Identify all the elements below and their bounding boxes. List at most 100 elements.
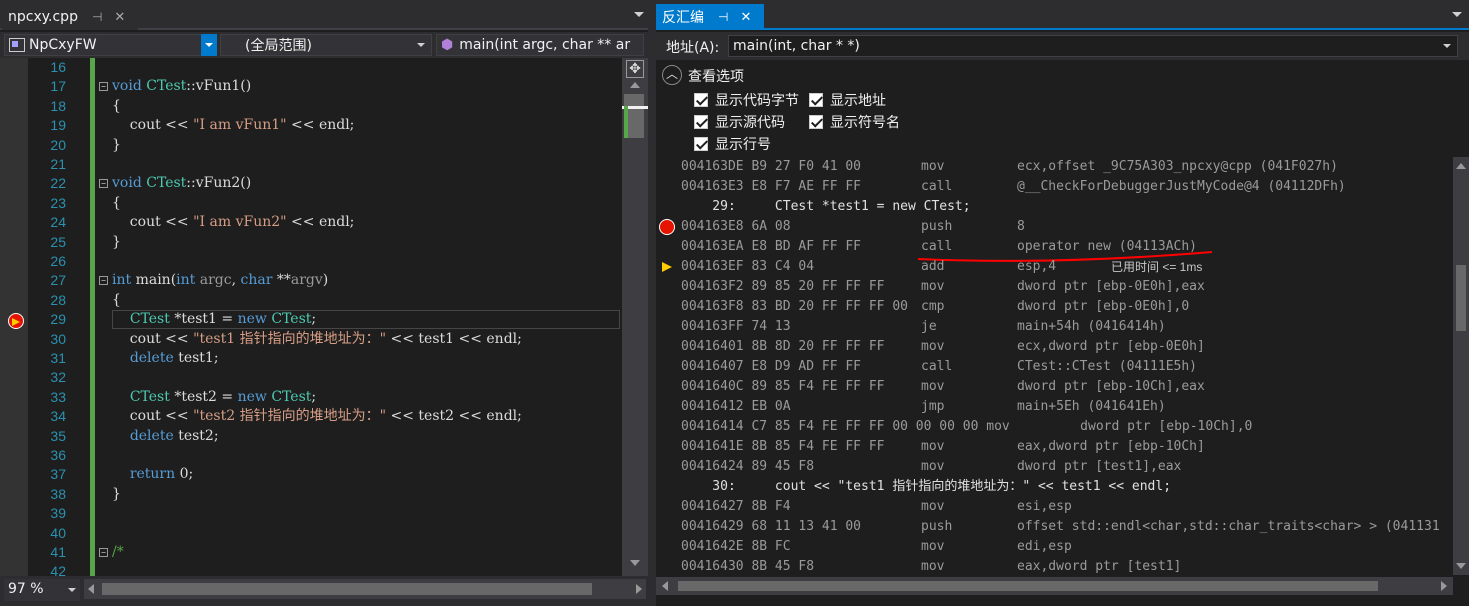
scroll-up-icon[interactable] <box>630 82 640 88</box>
code-line[interactable]: 20} <box>0 135 622 156</box>
disassembly-view[interactable]: 004163DE B9 27 F0 41 00 mov ecx,offset _9C… <box>656 157 1453 575</box>
fold-collapse-icon[interactable]: − <box>99 548 108 557</box>
code-line[interactable]: 17 − void CTest::vFun1() <box>0 77 622 98</box>
code-line[interactable]: 24 cout << "I am vFun2" << endl; <box>0 213 622 234</box>
source-line-row[interactable]: 29: CTest *test1 = new CTest; <box>681 197 1451 217</box>
instruction-row[interactable]: 004163DE B9 27 F0 41 00 mov ecx,offset _9C… <box>681 157 1451 177</box>
code-line[interactable]: 18 { <box>0 96 622 117</box>
instruction-row[interactable]: 004163FF 74 13 je main+54h (0416414h) <box>681 317 1451 337</box>
instruction-row[interactable]: 00416414 C7 85 F4 FE FF FF 00 00 00 00 m… <box>681 417 1451 437</box>
scroll-right-icon[interactable] <box>636 584 642 594</box>
pin-icon[interactable]: ⊣ <box>718 10 728 24</box>
project-dropdown[interactable]: NpCxyFW <box>4 34 202 56</box>
address-input[interactable]: main(int, char * *) <box>728 35 1458 57</box>
zoom-dropdown[interactable]: 97 % <box>4 579 80 601</box>
scroll-down-icon[interactable] <box>630 560 640 566</box>
code-line[interactable]: 16 <box>0 58 622 78</box>
instruction-address-bytes: 0041640C 89 85 F4 FE FF FF <box>681 379 885 394</box>
disassembly-horizontal-scrollbar[interactable] <box>656 577 1453 595</box>
code-line[interactable]: 26 <box>0 252 622 272</box>
editor-vertical-scrollbar[interactable]: ✥ <box>622 58 648 576</box>
code-token: void <box>112 175 147 192</box>
code-line[interactable]: 41 −/* <box>0 543 622 563</box>
code-editor[interactable]: 16 17− void CTest::vFun1() 18{19 cout << "I… <box>0 58 622 583</box>
code-line[interactable]: 34 cout << "test2 指针指向的堆地址为：" << test2 <… <box>0 407 622 428</box>
project-dropdown-button[interactable] <box>201 34 217 56</box>
code-line[interactable]: 32 <box>0 368 622 389</box>
instruction-row[interactable]: 00416412 EB 0A jmp main+5Eh (041641Eh) <box>681 397 1451 417</box>
instruction-row[interactable]: 00416430 8B 45 F8 mov eax,dword ptr [test1… <box>681 557 1451 575</box>
checkbox-show-line-numbers[interactable]: 显示行号 <box>694 134 771 154</box>
instruction-row[interactable]: 00416427 8B F4 mov esi,esp <box>681 497 1451 517</box>
code-line[interactable]: 30 cout << "test1 指针指向的堆地址为：" << test1 <… <box>0 329 622 350</box>
checkbox-show-symbol-names[interactable]: 显示符号名 <box>809 112 900 132</box>
code-line[interactable]: 37 return 0; <box>0 465 622 486</box>
instruction-row[interactable]: 004163EF 83 C4 04 add esp,4 已用时间 <= 1ms <box>681 257 1451 277</box>
tab-dropdown-icon[interactable] <box>1452 12 1462 17</box>
instruction-row[interactable]: 004163E3 E8 F7 AE FF FF call @__CheckForDe… <box>681 177 1451 197</box>
instruction-mnemonic: mov <box>921 459 945 474</box>
checkbox-show-source-code[interactable]: 显示源代码 <box>694 112 785 132</box>
editor-horizontal-scrollbar[interactable] <box>84 579 646 599</box>
instruction-row[interactable]: 004163F8 83 BD 20 FF FF FF 00 cmp dword pt… <box>681 297 1451 317</box>
code-line[interactable]: 22 − void CTest::vFun2() <box>0 174 622 195</box>
code-line[interactable]: 38} <box>0 484 622 505</box>
instruction-row[interactable]: 0041640C 89 85 F4 FE FF FF mov dword ptr [… <box>681 377 1451 397</box>
code-line[interactable]: 28 { <box>0 290 622 311</box>
member-dropdown[interactable]: ⬢ main(int argc, char ** ar <box>436 34 644 56</box>
instruction-row[interactable]: 00416407 E8 D9 AD FF FF call CTest::CTest … <box>681 357 1451 377</box>
code-line[interactable]: 23 { <box>0 193 622 214</box>
fold-collapse-icon[interactable]: − <box>99 276 108 286</box>
code-line[interactable]: 36 <box>0 446 622 466</box>
disassembly-vertical-scrollbar[interactable] <box>1453 157 1469 575</box>
code-line[interactable]: 33 CTest *test2 = new CTest; <box>0 387 622 408</box>
fold-collapse-icon[interactable]: − <box>99 82 108 92</box>
h-scrollbar-thumb[interactable] <box>102 583 592 595</box>
code-token: << endl; <box>286 214 355 231</box>
tab-disassembly[interactable]: 反汇编 ⊣ ✕ <box>656 4 764 30</box>
code-token: << endl; <box>286 117 355 134</box>
checkbox-show-address[interactable]: 显示地址 <box>809 90 886 110</box>
split-icon[interactable]: ✥ <box>626 60 644 78</box>
fold-collapse-icon[interactable]: − <box>99 179 108 189</box>
tab-npcxy-cpp[interactable]: npcxy.cpp ⊣ ✕ <box>2 4 138 30</box>
instruction-row[interactable]: 00416424 89 45 F8 mov dword ptr [test1],ea… <box>681 457 1451 477</box>
collapse-chevron-icon[interactable]: ︿ <box>662 65 682 85</box>
source-line-row[interactable]: 30: cout << "test1 指针指向的堆地址为：" << test1 … <box>681 477 1451 497</box>
instruction-row[interactable]: 004163F2 89 85 20 FF FF FF mov dword ptr [… <box>681 277 1451 297</box>
close-icon[interactable]: ✕ <box>114 10 125 25</box>
instruction-row[interactable]: 004163EA E8 BD AF FF FF call operator new … <box>681 237 1451 257</box>
instruction-row[interactable]: 00416429 68 11 13 41 00 push offset std::e… <box>681 517 1451 537</box>
code-line[interactable]: 29 CTest *test1 = new CTest; <box>0 310 622 331</box>
instruction-operands: 8 <box>1017 219 1025 234</box>
scroll-up-icon[interactable] <box>1456 163 1466 169</box>
h-scrollbar-thumb[interactable] <box>678 581 1378 591</box>
current-instruction-arrow-icon <box>662 262 672 272</box>
change-tracking-bar <box>90 193 95 214</box>
scroll-right-icon[interactable] <box>1441 581 1447 591</box>
scroll-left-icon[interactable] <box>662 581 668 591</box>
pin-icon[interactable]: ⊣ <box>92 10 102 24</box>
checkbox-show-code-bytes[interactable]: 显示代码字节 <box>694 90 799 110</box>
code-line[interactable]: 27 − int main(int argc, char **argv) <box>0 271 622 292</box>
tab-dropdown-icon[interactable] <box>634 12 644 17</box>
instruction-row[interactable]: 00416401 8B 8D 20 FF FF FF mov ecx,dword p… <box>681 337 1451 357</box>
breakpoint-icon[interactable] <box>659 219 675 235</box>
scrollbar-thumb[interactable] <box>1456 265 1466 331</box>
code-line[interactable]: 19 cout << "I am vFun1" << endl; <box>0 116 622 137</box>
code-text: } <box>112 485 121 504</box>
instruction-row[interactable]: 004163E8 6A 08 push 8 <box>681 217 1451 237</box>
instruction-row[interactable]: 0041641E 8B 85 F4 FE FF FF mov eax,dword p… <box>681 437 1451 457</box>
code-line[interactable]: 25} <box>0 232 622 253</box>
scope-dropdown[interactable]: (全局范围) <box>220 34 432 56</box>
code-line[interactable]: 39 <box>0 504 622 525</box>
instruction-row[interactable]: 0041642E 8B FC mov edi,esp <box>681 537 1451 557</box>
scroll-down-icon[interactable] <box>1456 563 1466 569</box>
code-line[interactable]: 35 delete test2; <box>0 426 622 447</box>
code-line[interactable]: 31 delete test1; <box>0 349 622 369</box>
code-line[interactable]: 40 <box>0 523 622 544</box>
code-line[interactable]: 21 <box>0 155 622 175</box>
close-icon[interactable]: ✕ <box>740 10 751 25</box>
scroll-left-icon[interactable] <box>88 584 94 594</box>
navigation-bar: NpCxyFW (全局范围) ⬢ main(int argc, char ** … <box>0 32 648 58</box>
